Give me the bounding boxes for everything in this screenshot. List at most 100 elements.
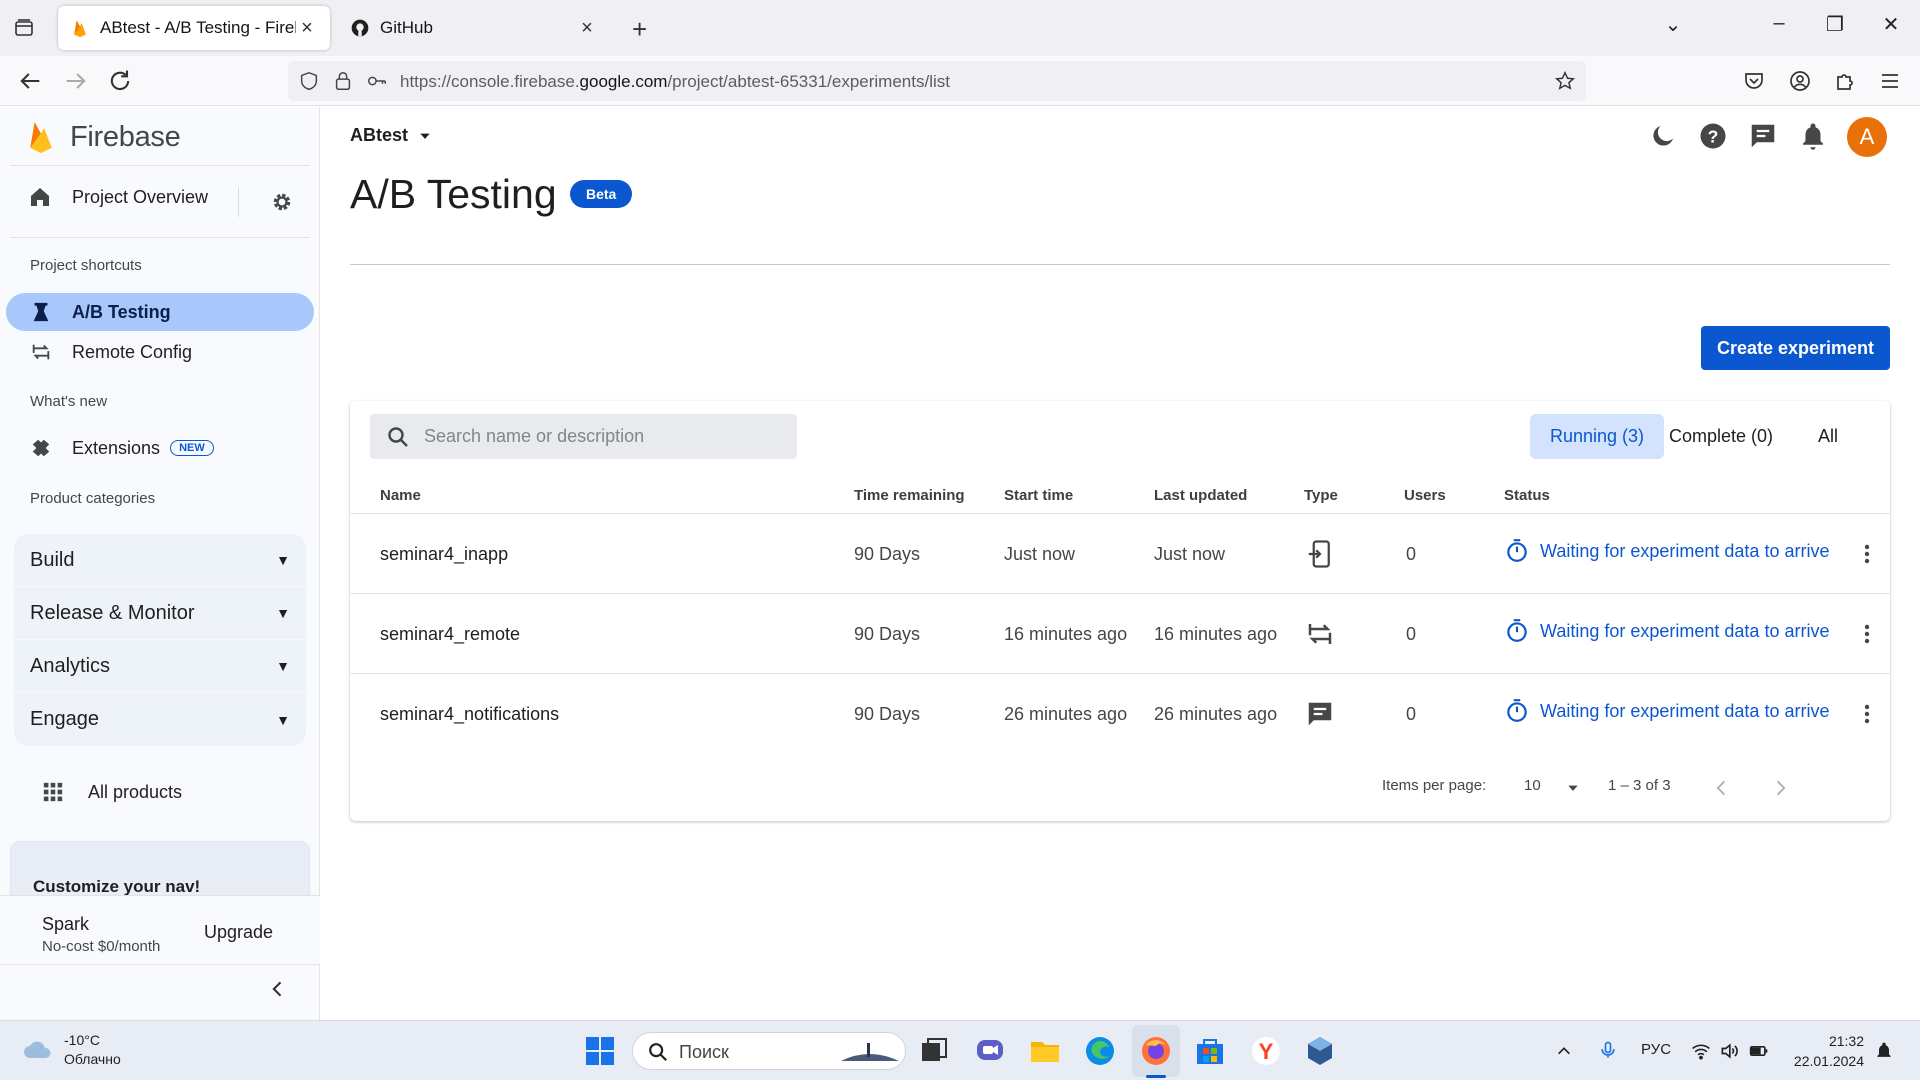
more-options-icon[interactable]	[1855, 622, 1879, 646]
task-view-icon[interactable]	[916, 1033, 952, 1069]
account-icon[interactable]	[1788, 69, 1812, 93]
table-row[interactable]: seminar4_inapp 90 Days Just now Just now…	[350, 514, 1890, 594]
start-time: 16 minutes ago	[1004, 624, 1128, 644]
taskbar-search[interactable]: Поиск	[632, 1032, 906, 1070]
clock[interactable]: 21:32 22.01.2024	[1792, 1031, 1864, 1071]
avatar[interactable]: A	[1847, 117, 1887, 157]
gear-icon[interactable]	[270, 190, 294, 214]
tab-github[interactable]: GitHub ×	[338, 6, 610, 50]
battery-icon[interactable]	[1748, 1041, 1770, 1061]
url-bar[interactable]: https://console.firebase.google.com/proj…	[288, 61, 1586, 101]
divider	[350, 264, 1890, 265]
browser-tabbar: ABtest - A/B Testing - Firebase Console …	[0, 0, 1920, 56]
feedback-icon[interactable]	[1748, 121, 1778, 151]
tray-chevron-up-icon[interactable]	[1556, 1043, 1572, 1059]
project-overview-link[interactable]: Project Overview	[28, 185, 208, 209]
in-app-messaging-icon	[1308, 540, 1330, 568]
dropdown-arrow-icon[interactable]	[1566, 781, 1580, 795]
help-icon[interactable]: ?	[1698, 121, 1728, 151]
next-page-icon[interactable]	[1770, 778, 1790, 798]
tab-close-icon[interactable]: ×	[576, 17, 598, 39]
upgrade-button[interactable]: Upgrade	[204, 922, 273, 943]
extensions-puzzle-icon[interactable]	[1833, 69, 1857, 93]
firebase-brand[interactable]: Firebase	[28, 117, 181, 157]
column-header[interactable]: Time remaining	[854, 487, 965, 504]
microphone-icon[interactable]	[1598, 1039, 1618, 1061]
column-header[interactable]: Name	[380, 487, 421, 504]
dark-mode-icon[interactable]	[1648, 121, 1678, 151]
filter-running[interactable]: Running (3)	[1530, 414, 1665, 459]
pocket-icon[interactable]	[1742, 69, 1766, 93]
tab-close-icon[interactable]: ×	[296, 17, 318, 39]
search-box[interactable]	[370, 414, 797, 459]
more-options-icon[interactable]	[1855, 702, 1879, 726]
notifications-bell-icon[interactable]	[1798, 121, 1828, 151]
experiment-name[interactable]: seminar4_inapp	[380, 544, 508, 565]
virtualbox-icon[interactable]	[1302, 1033, 1338, 1069]
tab-overflow-icon[interactable]: ⌄	[1658, 12, 1688, 37]
items-per-page-select[interactable]: 10	[1524, 777, 1541, 794]
category-build[interactable]: Build ▼	[14, 534, 306, 587]
column-header[interactable]: Status	[1504, 487, 1550, 504]
category-analytics[interactable]: Analytics ▼	[14, 640, 306, 693]
reload-icon[interactable]	[106, 67, 134, 95]
microsoft-store-icon[interactable]	[1192, 1033, 1228, 1069]
table-row[interactable]: seminar4_notifications 90 Days 26 minute…	[350, 674, 1890, 754]
column-header[interactable]: Users	[1404, 487, 1446, 504]
sidebar-item-remote-config[interactable]: Remote Config	[6, 333, 314, 371]
remote-config-icon	[1308, 624, 1332, 644]
restore-icon[interactable]: ❐	[1820, 12, 1850, 37]
customize-nav-card[interactable]: Customize your nav!	[10, 841, 310, 896]
timer-icon	[1507, 619, 1527, 642]
column-header[interactable]: Start time	[1004, 487, 1073, 504]
table-row[interactable]: seminar4_remote 90 Days 16 minutes ago 1…	[350, 594, 1890, 674]
category-engage[interactable]: Engage ▼	[14, 693, 306, 746]
lock-icon[interactable]	[332, 70, 354, 92]
sidebar-item-ab-testing[interactable]: A/B Testing	[6, 293, 314, 331]
notification-center-icon[interactable]	[1874, 1041, 1894, 1061]
menu-icon[interactable]	[1878, 69, 1902, 93]
tab-list-icon[interactable]	[12, 16, 36, 40]
tab-firebase[interactable]: ABtest - A/B Testing - Firebase Console …	[58, 6, 330, 50]
experiment-name[interactable]: seminar4_notifications	[380, 704, 559, 725]
extensions-icon	[32, 439, 50, 457]
shield-icon[interactable]	[298, 70, 320, 92]
column-header[interactable]: Type	[1304, 487, 1338, 504]
yandex-browser-icon[interactable]: Y	[1248, 1033, 1284, 1069]
all-products-link[interactable]: All products	[42, 781, 182, 803]
create-experiment-button[interactable]: Create experiment	[1701, 326, 1890, 370]
firefox-icon[interactable]	[1138, 1033, 1174, 1069]
collapse-sidebar-icon[interactable]	[268, 979, 288, 999]
users-count: 0	[1406, 704, 1417, 724]
project-name: ABtest	[350, 125, 409, 145]
category-release-monitor[interactable]: Release & Monitor ▼	[14, 587, 306, 640]
svg-text:?: ?	[1708, 126, 1719, 146]
volume-icon[interactable]	[1718, 1041, 1740, 1061]
minimize-icon[interactable]: –	[1764, 12, 1794, 35]
window-close-icon[interactable]: ✕	[1876, 12, 1906, 37]
wifi-icon[interactable]	[1690, 1041, 1712, 1061]
more-options-icon[interactable]	[1855, 542, 1879, 566]
file-explorer-icon[interactable]	[1027, 1033, 1063, 1069]
teams-chat-icon[interactable]	[972, 1033, 1008, 1069]
filter-all[interactable]: All	[1798, 414, 1858, 459]
previous-page-icon[interactable]	[1712, 778, 1732, 798]
sidebar-item-extensions[interactable]: Extensions NEW	[6, 429, 314, 467]
edge-browser-icon[interactable]	[1082, 1033, 1118, 1069]
back-icon[interactable]	[16, 67, 44, 95]
column-header[interactable]: Last updated	[1154, 487, 1247, 504]
apps-grid-icon	[43, 782, 63, 802]
key-icon[interactable]	[366, 70, 388, 92]
search-input[interactable]	[424, 414, 784, 459]
language-indicator[interactable]: РУС	[1641, 1041, 1671, 1058]
product-categories: Build ▼ Release & Monitor ▼ Analytics ▼ Eng…	[14, 534, 306, 746]
experiment-name[interactable]: seminar4_remote	[380, 624, 520, 645]
filter-complete[interactable]: Complete (0)	[1649, 414, 1793, 459]
project-selector[interactable]: ABtest	[350, 125, 432, 146]
windows-start-icon[interactable]	[582, 1033, 618, 1069]
new-tab-icon[interactable]: +	[632, 14, 647, 45]
weather-widget[interactable]: -10°C Облачно	[22, 1031, 121, 1069]
search-icon	[388, 427, 408, 447]
bookmark-star-icon[interactable]	[1554, 70, 1576, 92]
forward-icon[interactable]	[62, 67, 90, 95]
